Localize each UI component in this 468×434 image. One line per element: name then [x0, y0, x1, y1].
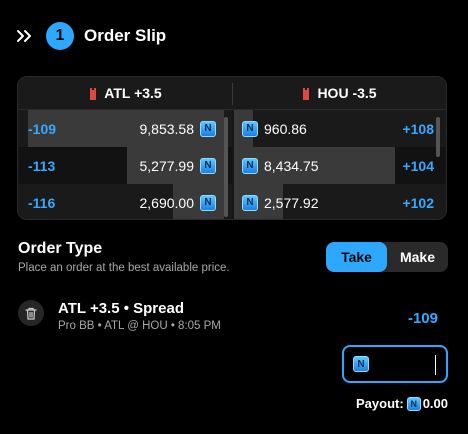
amount-value: 9,853.58: [139, 120, 195, 137]
hou-orders: N 960.86 +108 N 8,434.75 +104 N 2,577.92 +1…: [234, 110, 446, 219]
stake-input[interactable]: [373, 356, 433, 372]
order-row[interactable]: -109 9,853.58 N: [18, 110, 232, 147]
scrollbar-right[interactable]: [436, 117, 440, 157]
make-button[interactable]: Make: [387, 242, 448, 272]
order-book-header: ATL +3.5 HOU -3.5: [18, 77, 446, 110]
bet-odds: -109: [407, 310, 438, 327]
coin-icon: N: [406, 396, 421, 411]
payout-value: 0.00: [422, 396, 448, 411]
bet-meta: Pro BB • ATL @ HOU • 8:05 PM: [58, 320, 221, 332]
coin-icon: N: [242, 194, 258, 211]
bet-item: ATL +3.5 • Spread Pro BB • ATL @ HOU • 8…: [18, 298, 448, 338]
amount-value: 2,690.00: [139, 194, 195, 211]
scrollbar-left[interactable]: [224, 117, 228, 217]
amount-value: 8,434.75: [264, 157, 319, 174]
amount: 5,277.99 N: [139, 157, 216, 174]
team-atl-label: ATL +3.5: [104, 85, 162, 101]
page-title: Order Slip: [84, 26, 167, 45]
team-hou-label: HOU -3.5: [317, 85, 377, 101]
step-badge: 1: [46, 22, 74, 50]
coin-icon: N: [353, 356, 369, 372]
odds-value: +104: [402, 157, 434, 174]
trash-icon[interactable]: [18, 300, 44, 326]
amount: N 8,434.75: [242, 157, 319, 174]
odds-value: -109: [28, 120, 57, 137]
team-atl-header[interactable]: ATL +3.5: [18, 77, 232, 109]
order-row[interactable]: N 2,577.92 +102: [234, 184, 446, 219]
bet-title: ATL +3.5 • Spread: [58, 300, 184, 317]
payout-label: Payout:: [356, 396, 404, 411]
odds-value: -113: [28, 157, 56, 174]
stake-field[interactable]: N: [342, 345, 448, 383]
coin-icon: N: [200, 194, 216, 211]
atl-orders: -109 9,853.58 N -113 5,277.99 N -116 2,690…: [18, 110, 232, 219]
amount-value: 5,277.99: [139, 157, 195, 174]
double-chevron-right-icon[interactable]: [16, 26, 36, 46]
order-book: ATL +3.5 HOU -3.5 -109 9,853.58 N -113 5,…: [17, 76, 447, 220]
header-divider: [232, 83, 233, 105]
order-slip-header: 1 Order Slip: [16, 22, 166, 50]
amount-value: 960.86: [264, 120, 307, 137]
coin-icon: N: [200, 120, 216, 137]
order-type-toggle: Take Make: [326, 242, 448, 272]
take-button[interactable]: Take: [326, 242, 387, 272]
order-row[interactable]: N 960.86 +108: [234, 110, 446, 147]
order-type-subtitle: Place an order at the best available pri…: [18, 262, 230, 274]
coin-icon: N: [242, 120, 258, 137]
amount: 9,853.58 N: [139, 120, 216, 137]
odds-value: +108: [402, 120, 434, 137]
order-row[interactable]: -116 2,690.00 N: [18, 184, 232, 219]
payout: Payout: N 0.00: [356, 396, 448, 411]
order-row[interactable]: N 8,434.75 +104: [234, 147, 446, 184]
amount: 2,690.00 N: [139, 194, 216, 211]
team-hou-header[interactable]: HOU -3.5: [232, 77, 446, 109]
jersey-icon: [88, 87, 98, 100]
amount-value: 2,577.92: [264, 194, 319, 211]
amount: N 960.86: [242, 120, 307, 137]
order-type-title: Order Type: [18, 240, 103, 257]
order-row[interactable]: -113 5,277.99 N: [18, 147, 232, 184]
odds-value: -116: [28, 194, 56, 211]
odds-value: +102: [402, 194, 434, 211]
coin-icon: N: [200, 157, 216, 174]
text-caret: [435, 355, 436, 375]
amount: N 2,577.92: [242, 194, 319, 211]
coin-icon: N: [242, 157, 258, 174]
jersey-icon: [301, 87, 311, 100]
